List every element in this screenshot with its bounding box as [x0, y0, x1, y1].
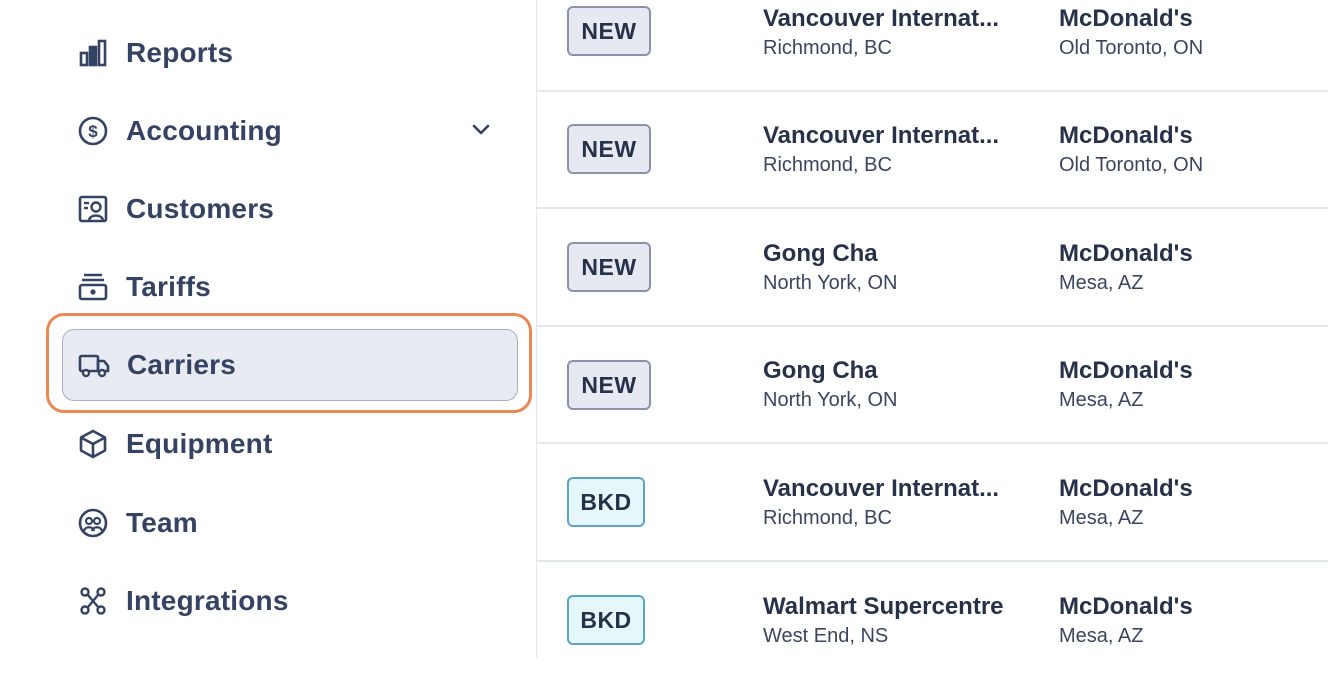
- sidebar-item-label: Tariffs: [126, 271, 211, 302]
- destination-location: Old Toronto, ON: [1059, 37, 1204, 59]
- status-badge: NEW: [567, 360, 651, 410]
- destination-cell: McDonald's Mesa, AZ: [1059, 593, 1328, 648]
- origin-name: Vancouver Internat...: [763, 5, 1000, 32]
- customer-card-icon: [76, 192, 110, 226]
- origin-cell: Vancouver Internat... Richmond, BC: [763, 475, 1043, 530]
- status-badge: NEW: [567, 124, 651, 174]
- origin-name: Gong Cha: [763, 240, 878, 267]
- table-row[interactable]: BKD Vancouver Internat... Richmond, BC M…: [537, 445, 1328, 562]
- sidebar-item-equipment[interactable]: Equipment: [62, 408, 518, 480]
- sidebar-item-label: Carriers: [127, 349, 237, 380]
- origin-cell: Walmart Supercentre West End, NS: [763, 593, 1043, 648]
- sidebar-item-accounting[interactable]: $ Accounting: [62, 95, 518, 167]
- tariff-icon: [76, 270, 110, 304]
- destination-name: McDonald's: [1059, 357, 1193, 384]
- destination-name: McDonald's: [1059, 5, 1193, 32]
- sidebar-item-label: Integrations: [126, 585, 289, 616]
- sidebar-item-label: Accounting: [126, 115, 282, 146]
- origin-name: Walmart Supercentre: [763, 593, 1004, 620]
- sidebar-item-label: Team: [126, 507, 198, 538]
- origin-location: North York, ON: [763, 389, 898, 411]
- origin-location: Richmond, BC: [763, 37, 892, 59]
- origin-location: Richmond, BC: [763, 154, 892, 176]
- integrations-icon: [76, 584, 110, 618]
- cube-icon: [76, 427, 110, 461]
- destination-cell: McDonald's Old Toronto, ON: [1059, 122, 1328, 177]
- table-row[interactable]: NEW Vancouver Internat... Richmond, BC M…: [537, 92, 1328, 209]
- dollar-circle-icon: $: [76, 114, 110, 148]
- origin-name: Vancouver Internat...: [763, 122, 1000, 149]
- sidebar-item-tariffs[interactable]: Tariffs: [62, 251, 518, 323]
- origin-cell: Vancouver Internat... Richmond, BC: [763, 5, 1043, 60]
- destination-location: Mesa, AZ: [1059, 625, 1144, 647]
- load-list: NEW Vancouver Internat... Richmond, BC M…: [537, 0, 1328, 658]
- status-badge: BKD: [567, 477, 645, 527]
- origin-name: Gong Cha: [763, 357, 878, 384]
- sidebar-item-team[interactable]: Team: [62, 487, 518, 559]
- origin-cell: Gong Cha North York, ON: [763, 240, 1043, 295]
- status-badge: NEW: [567, 6, 651, 56]
- sidebar-item-label: Equipment: [126, 428, 273, 459]
- sidebar-item-integrations[interactable]: Integrations: [62, 565, 518, 637]
- destination-location: Mesa, AZ: [1059, 272, 1144, 294]
- table-row[interactable]: NEW Gong Cha North York, ON McDonald's M…: [537, 327, 1328, 444]
- destination-name: McDonald's: [1059, 122, 1193, 149]
- sidebar-item-customers[interactable]: Customers: [62, 173, 518, 245]
- origin-location: North York, ON: [763, 272, 898, 294]
- destination-cell: McDonald's Mesa, AZ: [1059, 240, 1328, 295]
- table-row[interactable]: BKD Walmart Supercentre West End, NS McD…: [537, 563, 1328, 680]
- destination-location: Old Toronto, ON: [1059, 154, 1204, 176]
- destination-name: McDonald's: [1059, 475, 1193, 502]
- status-badge: NEW: [567, 242, 651, 292]
- destination-cell: McDonald's Mesa, AZ: [1059, 357, 1328, 412]
- destination-cell: McDonald's Mesa, AZ: [1059, 475, 1328, 530]
- destination-name: McDonald's: [1059, 240, 1193, 267]
- sidebar-item-label: Customers: [126, 193, 275, 224]
- origin-location: Richmond, BC: [763, 507, 892, 529]
- sidebar-item-reports[interactable]: Reports: [62, 17, 518, 89]
- table-row[interactable]: NEW Gong Cha North York, ON McDonald's M…: [537, 210, 1328, 327]
- sidebar-item-carriers[interactable]: Carriers: [62, 329, 518, 401]
- bar-chart-icon: [76, 36, 110, 70]
- status-badge: BKD: [567, 595, 645, 645]
- svg-text:$: $: [88, 122, 98, 141]
- destination-location: Mesa, AZ: [1059, 507, 1144, 529]
- destination-name: McDonald's: [1059, 593, 1193, 620]
- origin-location: West End, NS: [763, 625, 889, 647]
- destination-location: Mesa, AZ: [1059, 389, 1144, 411]
- team-icon: [76, 506, 110, 540]
- origin-cell: Vancouver Internat... Richmond, BC: [763, 122, 1043, 177]
- origin-name: Vancouver Internat...: [763, 475, 1000, 502]
- table-row[interactable]: NEW Vancouver Internat... Richmond, BC M…: [537, 0, 1328, 92]
- sidebar-item-label: Reports: [126, 37, 234, 68]
- origin-cell: Gong Cha North York, ON: [763, 357, 1043, 412]
- sidebar: Reports $ Accounting Customers Tariffs C…: [0, 0, 537, 658]
- chevron-down-icon[interactable]: [468, 117, 494, 143]
- destination-cell: McDonald's Old Toronto, ON: [1059, 5, 1328, 60]
- truck-icon: [77, 348, 111, 382]
